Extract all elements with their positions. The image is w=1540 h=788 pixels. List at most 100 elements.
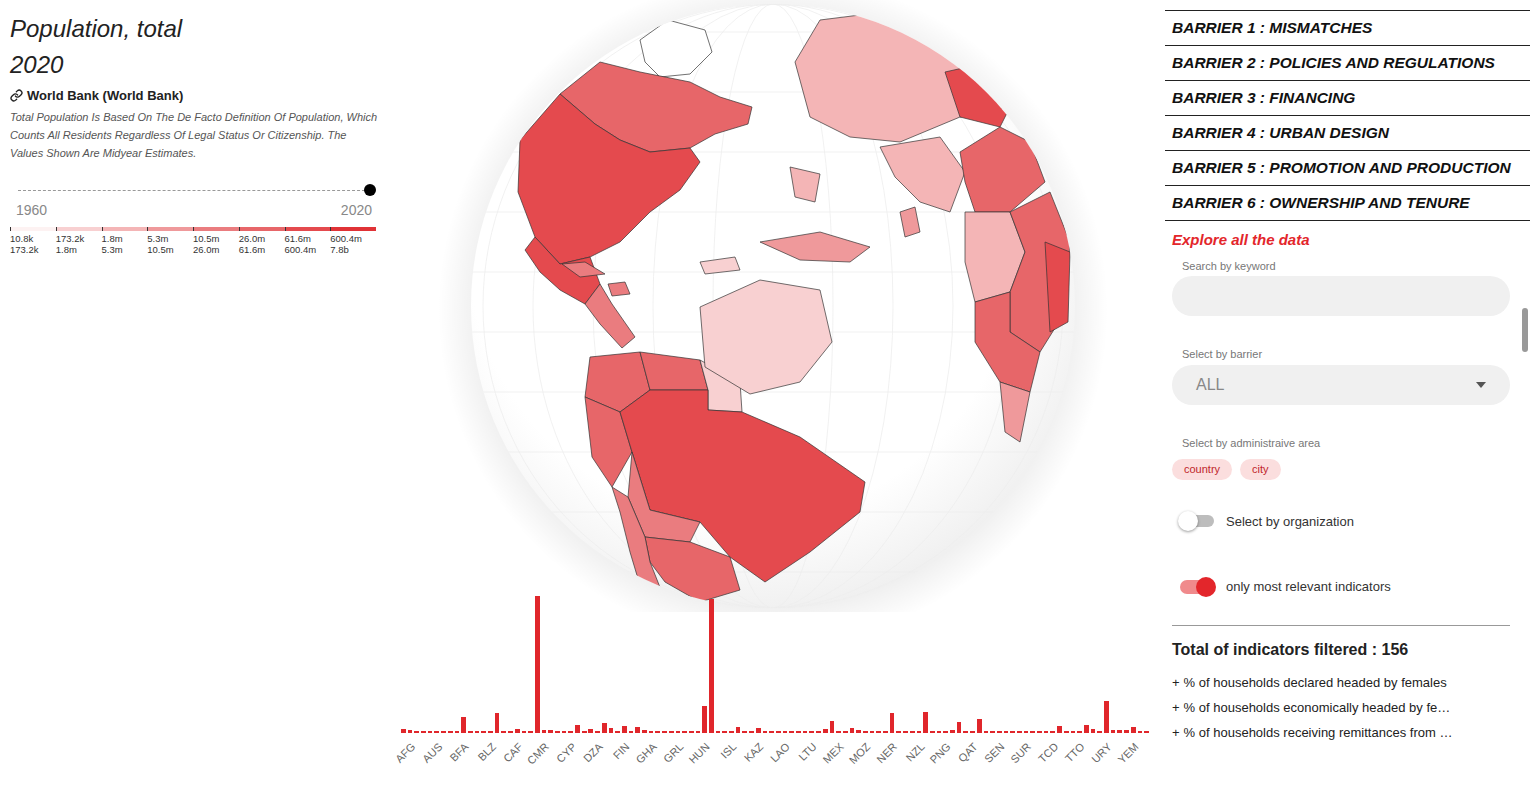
chart-bar[interactable]	[1037, 731, 1042, 733]
barrier-select[interactable]: ALL	[1172, 365, 1510, 405]
chart-bar[interactable]	[689, 731, 694, 733]
toggle-switch[interactable]	[1180, 580, 1214, 594]
chart-bar[interactable]	[1117, 730, 1122, 733]
indicator-item[interactable]: +% of households receiving remittances f…	[1172, 720, 1510, 745]
chart-bar[interactable]	[970, 731, 975, 733]
chart-bar[interactable]	[562, 731, 567, 733]
chart-bar[interactable]	[736, 727, 741, 733]
chart-bar[interactable]	[696, 731, 701, 733]
admin-area-chip[interactable]: city	[1240, 459, 1281, 480]
chart-bar[interactable]	[950, 730, 955, 733]
chart-bar[interactable]	[629, 731, 634, 733]
chart-bar[interactable]	[1097, 731, 1102, 733]
chart-bar[interactable]	[1131, 727, 1136, 733]
chart-bar[interactable]	[1017, 731, 1022, 733]
country-region[interactable]	[1045, 242, 1070, 332]
chart-bar[interactable]	[917, 731, 922, 733]
country-region[interactable]	[945, 62, 1010, 127]
chart-bar[interactable]	[548, 730, 553, 733]
chart-bar[interactable]	[742, 731, 747, 733]
country-region[interactable]	[880, 137, 965, 212]
chart-bar[interactable]	[823, 729, 828, 733]
chart-bar[interactable]	[1071, 731, 1076, 733]
chart-bar[interactable]	[408, 730, 413, 733]
chart-bar[interactable]	[1024, 731, 1029, 733]
country-region[interactable]	[612, 487, 665, 602]
chart-bar[interactable]	[729, 731, 734, 733]
country-region[interactable]	[795, 10, 1035, 142]
chart-bar[interactable]	[682, 731, 687, 733]
chart-bar[interactable]	[709, 599, 714, 733]
chart-bar[interactable]	[508, 731, 513, 733]
chart-bar[interactable]	[796, 731, 801, 733]
globe[interactable]	[471, 4, 1075, 608]
chart-bar[interactable]	[910, 731, 915, 733]
chart-bar[interactable]	[1144, 731, 1149, 733]
chart-bar[interactable]	[756, 728, 761, 733]
chart-bar[interactable]	[776, 731, 781, 733]
chart-bar[interactable]	[1104, 701, 1109, 733]
chart-bar[interactable]	[528, 731, 533, 733]
chart-bar[interactable]	[575, 725, 580, 733]
barrier-item[interactable]: BARRIER 3 : FINANCING	[1165, 80, 1530, 115]
source-link[interactable]: World Bank (World Bank)	[10, 86, 378, 106]
search-input[interactable]	[1172, 276, 1510, 316]
country-region[interactable]	[760, 232, 870, 262]
chart-bar[interactable]	[1010, 731, 1015, 733]
chart-bar[interactable]	[441, 731, 446, 733]
chart-bar[interactable]	[414, 731, 419, 733]
chart-bar[interactable]	[1050, 731, 1055, 733]
indicator-item[interactable]: +% of households economically headed by …	[1172, 695, 1510, 720]
chart-bar[interactable]	[461, 717, 466, 733]
chart-bar[interactable]	[522, 731, 527, 733]
chart-bar[interactable]	[588, 729, 593, 733]
chart-bar[interactable]	[642, 730, 647, 733]
country-region[interactable]	[960, 127, 1045, 212]
chart-bar[interactable]	[789, 731, 794, 733]
country-region[interactable]	[790, 167, 820, 202]
chart-bar[interactable]	[763, 731, 768, 733]
chart-bar[interactable]	[428, 731, 433, 733]
toggle-row[interactable]: Select by organization	[1172, 512, 1510, 532]
chart-bar[interactable]	[535, 596, 540, 733]
year-slider[interactable]	[18, 184, 370, 196]
chart-bar[interactable]	[655, 731, 660, 733]
country-region[interactable]	[1000, 382, 1030, 442]
country-region[interactable]	[562, 262, 605, 277]
chart-bar[interactable]	[803, 731, 808, 733]
chart-bar[interactable]	[1064, 731, 1069, 733]
country-region[interactable]	[640, 20, 712, 77]
barrier-item[interactable]: BARRIER 1 : MISMATCHES	[1165, 10, 1530, 45]
chart-bar[interactable]	[1077, 731, 1082, 733]
chart-bar[interactable]	[702, 706, 707, 733]
chart-bar[interactable]	[990, 731, 995, 733]
country-region[interactable]	[900, 207, 920, 237]
chart-bar[interactable]	[421, 731, 426, 733]
chart-bar[interactable]	[542, 730, 547, 733]
chart-bar[interactable]	[769, 731, 774, 733]
chart-bar[interactable]	[495, 713, 500, 733]
chart-bar[interactable]	[876, 731, 881, 733]
chart-bar[interactable]	[1004, 731, 1009, 733]
chart-bar[interactable]	[930, 731, 935, 733]
chart-bar[interactable]	[501, 731, 506, 733]
chart-bar[interactable]	[595, 731, 600, 733]
chart-bar[interactable]	[455, 731, 460, 733]
chart-bar[interactable]	[649, 731, 654, 733]
chart-bar[interactable]	[1091, 729, 1096, 733]
chart-bar[interactable]	[1138, 731, 1143, 733]
country-region[interactable]	[700, 280, 832, 394]
chart-bar[interactable]	[475, 731, 480, 733]
chart-bar[interactable]	[836, 731, 841, 733]
chart-bar[interactable]	[602, 723, 607, 733]
chart-bar[interactable]	[963, 731, 968, 733]
country-region[interactable]	[700, 257, 740, 274]
chart-bar[interactable]	[749, 731, 754, 733]
chart-bar[interactable]	[923, 712, 928, 733]
chart-bar[interactable]	[843, 731, 848, 733]
chart-bar[interactable]	[783, 731, 788, 733]
chart-bar[interactable]	[890, 713, 895, 733]
barrier-item[interactable]: BARRIER 5 : PROMOTION AND PRODUCTION	[1165, 150, 1530, 185]
chart-bar[interactable]	[615, 731, 620, 733]
chart-bar[interactable]	[468, 731, 473, 733]
